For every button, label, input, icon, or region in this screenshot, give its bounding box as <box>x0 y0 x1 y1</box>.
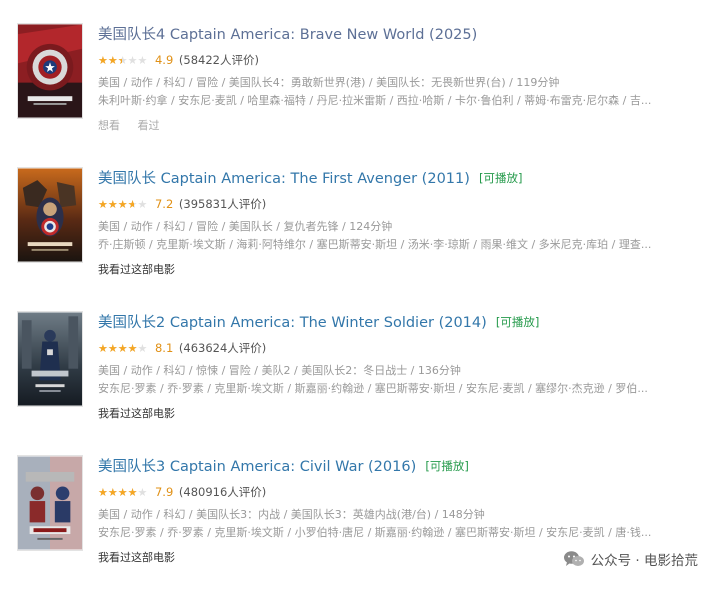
wechat-icon <box>563 551 584 566</box>
watermark-text: 公众号 · 电影拾荒 <box>590 553 698 569</box>
movie-cast-4: 安东尼·罗素 / 乔·罗素 / 克里斯·埃文斯 / 小罗伯特·唐尼 / 斯嘉丽·… <box>98 526 652 539</box>
watermark: 公众号 · 电影拾荒 <box>563 549 698 569</box>
rating-count-1: (58422人评价) <box>178 53 259 67</box>
star-rating-icon: ★★★★★★★★★★ <box>98 198 148 211</box>
want-to-watch-button[interactable]: 想看 <box>98 119 120 132</box>
movie-actions-3: 我看过这部电影 <box>98 406 706 422</box>
movie-actions-2: 我看过这部电影 <box>98 262 706 278</box>
watched-this-movie-button[interactable]: 我看过这部电影 <box>98 551 175 564</box>
movie-poster-3[interactable] <box>17 311 83 407</box>
movie-item-1: 美国队长4 Captain America: Brave New World (… <box>0 23 720 163</box>
watched-button[interactable]: 看过 <box>138 119 160 132</box>
first-avenger-poster-icon <box>18 168 82 262</box>
playable-badge-4[interactable]: [可播放] <box>425 459 468 473</box>
movie-actions-1: 想看 看过 <box>98 118 706 134</box>
playable-badge-2[interactable]: [可播放] <box>479 171 522 185</box>
star-rating-icon: ★★★★★★★★★★ <box>98 54 148 67</box>
movie-cast-1: 朱利叶斯·约拿 / 安东尼·麦凯 / 哈里森·福特 / 丹尼·拉米雷斯 / 西拉… <box>98 94 652 107</box>
rating-row-4: ★★★★★★★★★★ 7.9 (480916人评价) <box>98 484 706 500</box>
star-rating-icon: ★★★★★★★★★★ <box>98 486 148 499</box>
rating-count-4: (480916人评价) <box>178 485 267 499</box>
movie-cast-2: 乔·庄斯顿 / 克里斯·埃文斯 / 海莉·阿特维尔 / 塞巴斯蒂安·斯坦 / 汤… <box>98 238 652 251</box>
movie-title-3[interactable]: 美国队长2 Captain America: The Winter Soldie… <box>98 315 487 331</box>
rating-row-2: ★★★★★★★★★★ 7.2 (395831人评价) <box>98 196 706 212</box>
movie-meta-4: 美国 / 动作 / 科幻 / 美国队长3：内战 / 美国队长3：英雄内战(港/台… <box>98 508 485 521</box>
movie-poster-1[interactable] <box>17 23 83 119</box>
watched-this-movie-button[interactable]: 我看过这部电影 <box>98 263 175 276</box>
rating-score-3: 8.1 <box>154 341 174 355</box>
movie-item-2: 美国队长 Captain America: The First Avenger … <box>0 167 720 307</box>
star-rating-icon: ★★★★★★★★★★ <box>98 342 148 355</box>
rating-count-2: (395831人评价) <box>178 197 267 211</box>
rating-score-1: 4.9 <box>154 53 174 67</box>
movie-poster-2[interactable] <box>17 167 83 263</box>
movie-meta-3: 美国 / 动作 / 科幻 / 惊悚 / 冒险 / 美队2 / 美国队长2：冬日战… <box>98 364 461 377</box>
movie-item-4: 美国队长3 Captain America: Civil War (2016) … <box>0 455 720 595</box>
winter-soldier-poster-icon <box>18 312 82 406</box>
captain-america-shield-poster-icon <box>18 24 82 118</box>
movie-meta-1: 美国 / 动作 / 科幻 / 冒险 / 美国队长4：勇敢新世界(港) / 美国队… <box>98 76 560 89</box>
movie-title-4[interactable]: 美国队长3 Captain America: Civil War (2016) <box>98 459 416 475</box>
civil-war-poster-icon <box>18 456 82 550</box>
rating-score-4: 7.9 <box>154 485 174 499</box>
movie-item-3: 美国队长2 Captain America: The Winter Soldie… <box>0 311 720 451</box>
watched-this-movie-button[interactable]: 我看过这部电影 <box>98 407 175 420</box>
rating-count-3: (463624人评价) <box>178 341 267 355</box>
movie-cast-3: 安东尼·罗素 / 乔·罗素 / 克里斯·埃文斯 / 斯嘉丽·约翰逊 / 塞巴斯蒂… <box>98 382 648 395</box>
rating-row-3: ★★★★★★★★★★ 8.1 (463624人评价) <box>98 340 706 356</box>
playable-badge-3[interactable]: [可播放] <box>496 315 539 329</box>
movie-meta-2: 美国 / 动作 / 科幻 / 冒险 / 美国队长 / 复仇者先锋 / 124分钟 <box>98 220 393 233</box>
movie-poster-4[interactable] <box>17 455 83 551</box>
rating-score-2: 7.2 <box>154 197 174 211</box>
movie-title-2[interactable]: 美国队长 Captain America: The First Avenger … <box>98 171 470 187</box>
movie-title-1[interactable]: 美国队长4 Captain America: Brave New World (… <box>98 27 477 43</box>
rating-row-1: ★★★★★★★★★★ 4.9 (58422人评价) <box>98 52 706 68</box>
